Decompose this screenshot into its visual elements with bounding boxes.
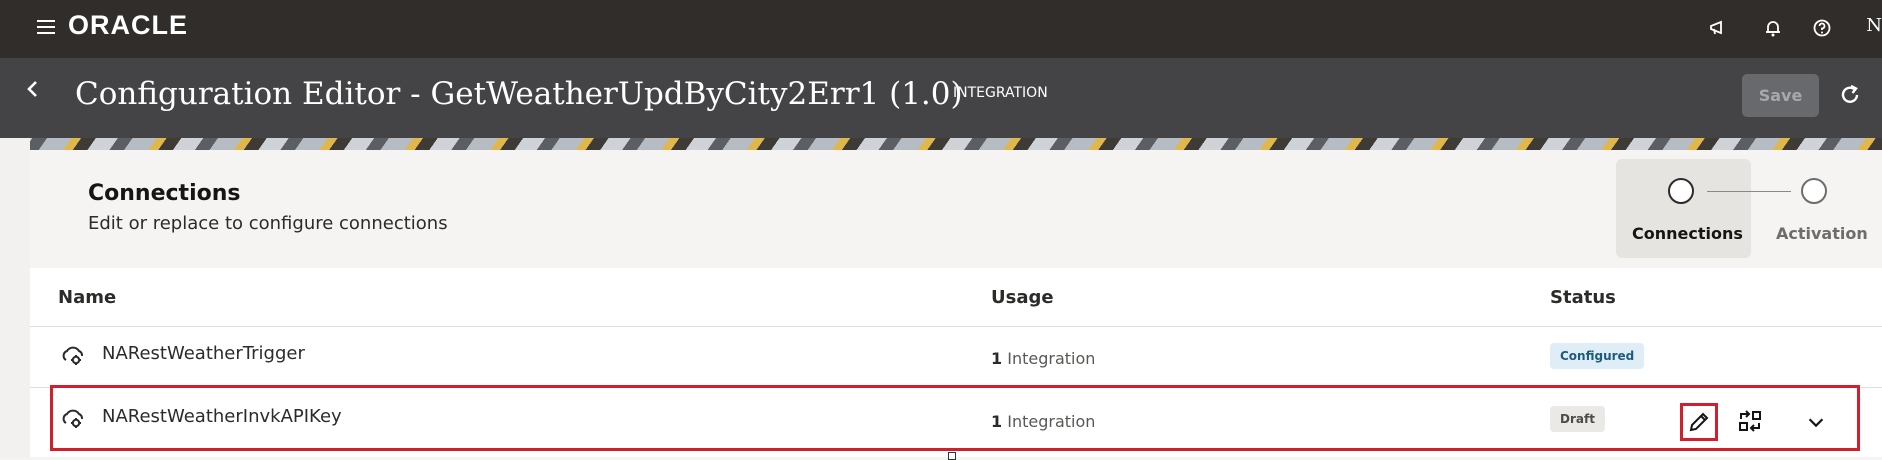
chevron-down-icon (1808, 418, 1824, 428)
resize-handle[interactable] (948, 452, 956, 460)
connection-name[interactable]: NARestWeatherInvkAPIKey (102, 406, 342, 427)
notifications-bell-icon[interactable] (1759, 14, 1787, 42)
section-header: Connections Edit or replace to configure… (30, 150, 1882, 268)
refresh-icon[interactable] (1837, 82, 1863, 108)
header-divider (30, 326, 1882, 327)
integration-type-label: INTEGRATION (953, 85, 1048, 101)
oracle-logo: ORACLE (68, 10, 188, 40)
train-step-connections-label[interactable]: Connections (1632, 224, 1743, 243)
help-icon[interactable] (1808, 14, 1836, 42)
rest-connection-icon (60, 405, 86, 431)
save-button[interactable]: Save (1742, 74, 1819, 117)
hamburger-menu-icon[interactable] (37, 20, 55, 34)
usage-label: Integration (1007, 412, 1096, 431)
announcements-icon[interactable] (1704, 14, 1732, 42)
back-arrow-icon[interactable] (22, 78, 44, 100)
usage-cell[interactable]: 1 Integration (991, 412, 1095, 431)
section-title: Connections (88, 181, 241, 206)
usage-count: 1 (991, 349, 1003, 368)
column-header-name[interactable]: Name (58, 287, 116, 308)
page-margin (0, 138, 30, 458)
train-connector (1707, 191, 1791, 192)
train-step-connections-highlight[interactable] (1616, 159, 1751, 258)
page-title: Configuration Editor - GetWeatherUpdByCi… (75, 76, 963, 112)
usage-label: Integration (1007, 349, 1096, 368)
replace-icon (1739, 410, 1761, 432)
connection-name[interactable]: NARestWeatherTrigger (102, 343, 305, 364)
train-step-activation-circle[interactable] (1801, 178, 1827, 204)
connections-card: Connections Edit or replace to configure… (30, 150, 1882, 457)
column-header-usage[interactable]: Usage (991, 287, 1054, 308)
replace-connection-button[interactable] (1731, 403, 1769, 441)
rest-connection-icon (60, 342, 86, 368)
decorative-banner (0, 138, 1882, 150)
status-badge: Draft (1550, 406, 1605, 432)
usage-count: 1 (991, 412, 1003, 431)
status-badge: Configured (1550, 343, 1645, 369)
page-header: Configuration Editor - GetWeatherUpdByCi… (0, 58, 1882, 138)
user-avatar[interactable]: N (1866, 15, 1882, 36)
edit-connection-button[interactable] (1680, 403, 1718, 441)
pencil-icon (1689, 412, 1709, 432)
column-header-status[interactable]: Status (1550, 287, 1616, 308)
expand-row-button[interactable] (1797, 403, 1835, 441)
train-step-connections-circle[interactable] (1668, 178, 1694, 204)
train-step-activation-label[interactable]: Activation (1776, 224, 1868, 243)
section-subtitle: Edit or replace to configure connections (88, 213, 448, 234)
global-header: ORACLE N (0, 0, 1882, 58)
usage-cell[interactable]: 1 Integration (991, 349, 1095, 368)
